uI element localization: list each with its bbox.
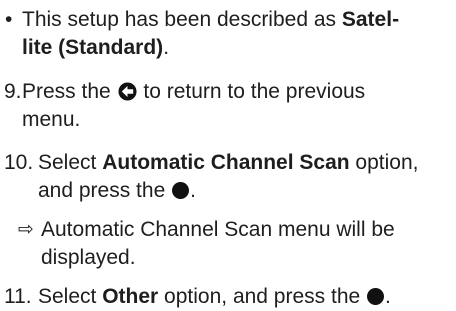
step-9-suffix: to return to the previous <box>137 80 366 103</box>
bullet-marker: • <box>5 8 13 31</box>
step-11-text: Select Other option, and press the . <box>38 283 452 311</box>
note-bold-part1: Satel- <box>341 8 400 31</box>
manual-instructions: • This setup has been described as Satel… <box>0 0 456 310</box>
back-arrow-icon <box>118 82 137 101</box>
step-10-line2-prefix: and press the <box>38 179 172 202</box>
step-11-end: . <box>385 285 391 308</box>
step-9-text: Press the to return to the previous menu… <box>22 78 452 134</box>
result-text: Automatic Channel Scan menu will be disp… <box>41 216 451 272</box>
step-10-option: Automatic Channel Scan <box>102 151 350 174</box>
step-number: 9. <box>4 80 22 103</box>
step-9-line2: menu. <box>22 108 81 131</box>
note-bold-part2: lite (Standard) <box>22 36 164 59</box>
step-number: 10. <box>4 151 34 174</box>
ok-button-icon <box>172 182 190 199</box>
note-text-suffix: . <box>163 36 170 59</box>
note-text-prefix: This setup has been described as <box>22 8 342 31</box>
step-10-text: Select Automatic Channel Scan option, an… <box>38 149 452 205</box>
step-11-suffix: option, and press the <box>158 285 367 308</box>
step-10-prefix: Select <box>38 151 103 174</box>
step-10-suffix: option, <box>349 151 419 174</box>
note-text: This setup has been described as Satel- … <box>22 6 450 62</box>
step-number: 11. <box>4 285 32 308</box>
result-arrow-icon: ⇨ <box>18 219 34 240</box>
step-11-option: Other <box>102 285 159 308</box>
step-9-prefix: Press the <box>22 80 117 103</box>
ok-button-icon <box>367 288 385 305</box>
step-10-line2-suffix: . <box>190 179 196 202</box>
result-line2: displayed. <box>41 246 136 269</box>
step-11-prefix: Select <box>38 285 103 308</box>
result-line1: Automatic Channel Scan menu will be <box>41 218 395 241</box>
